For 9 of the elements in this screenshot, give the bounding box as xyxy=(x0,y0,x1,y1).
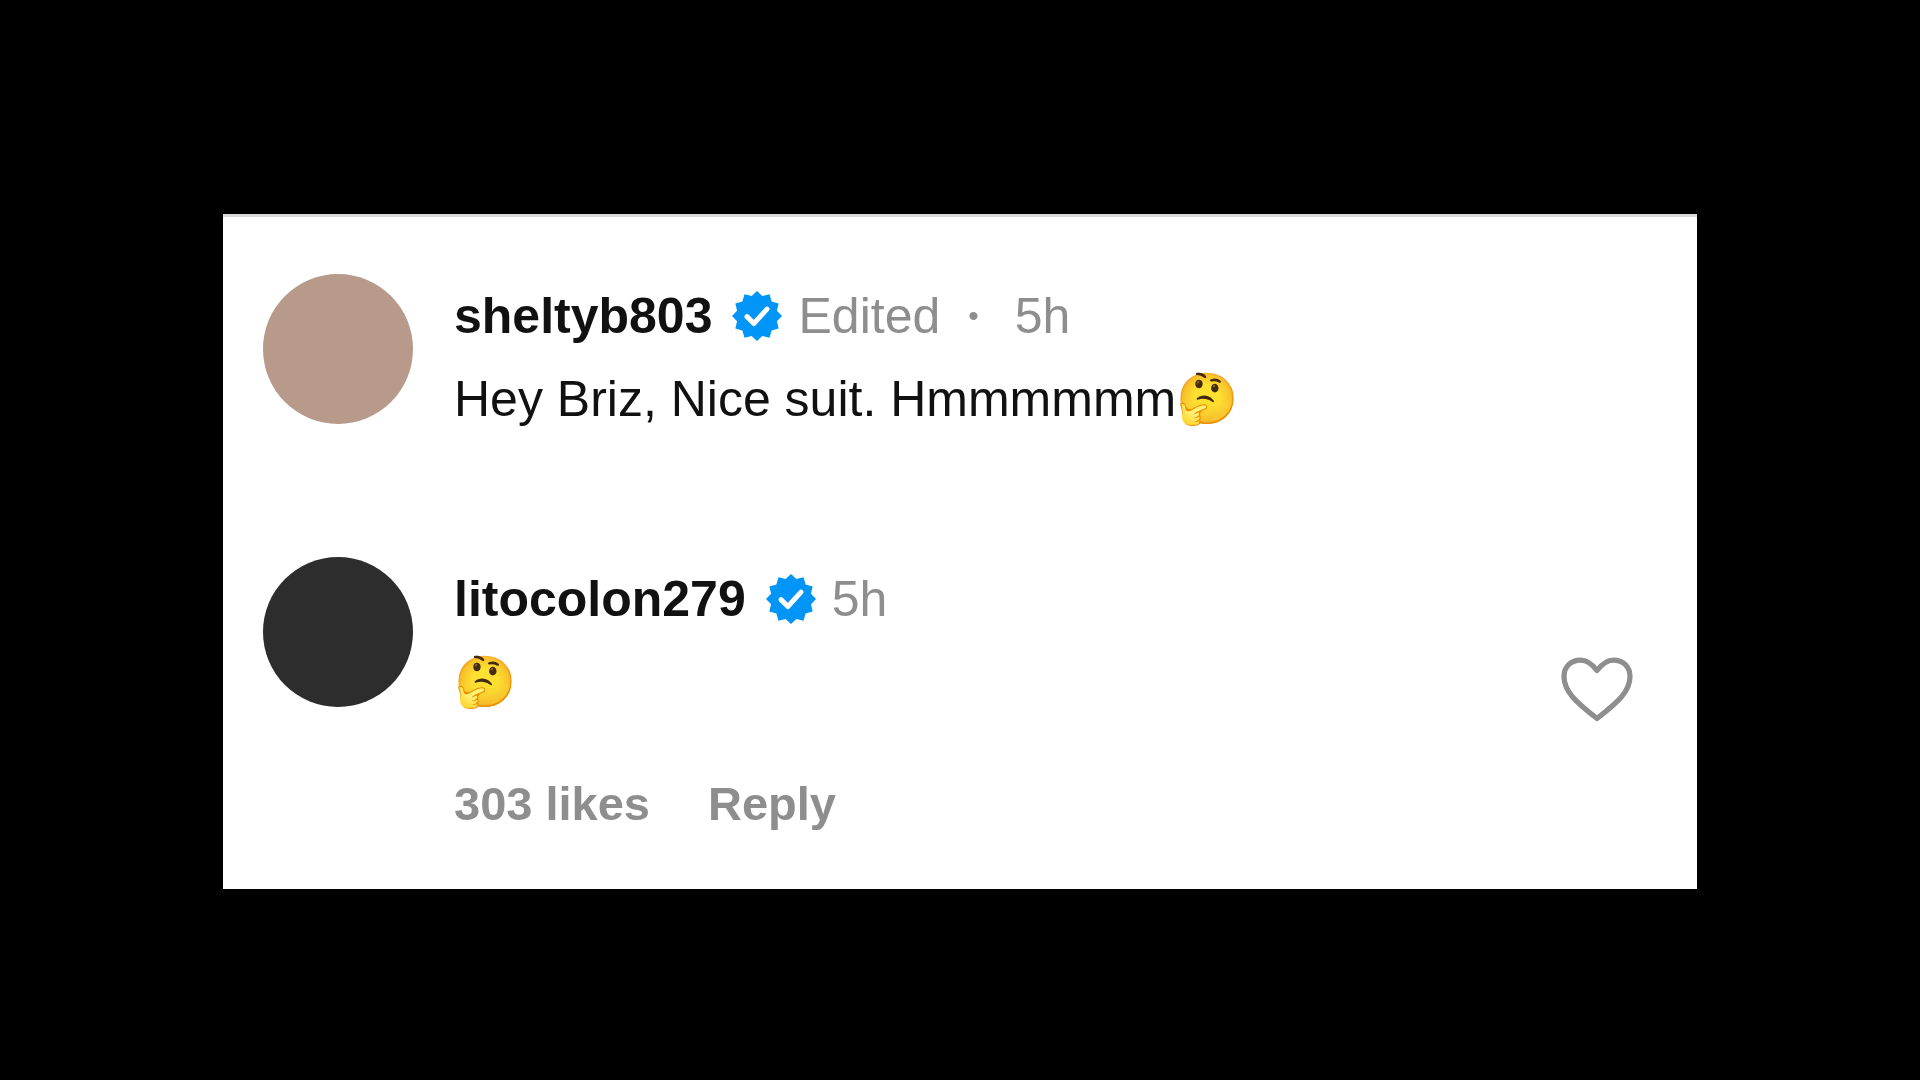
timestamp: 5h xyxy=(831,570,888,628)
heart-icon[interactable] xyxy=(1561,657,1633,723)
edited-label: Edited xyxy=(798,287,941,345)
separator-dot: • xyxy=(968,299,979,333)
username[interactable]: sheltyb803 xyxy=(454,287,713,345)
comment-text: 🤔 xyxy=(454,653,517,712)
comment-text: Hey Briz, Nice suit. Hmmmmmm🤔 xyxy=(454,370,1240,429)
username[interactable]: litocolon279 xyxy=(454,570,746,628)
timestamp: 5h xyxy=(1014,287,1071,345)
